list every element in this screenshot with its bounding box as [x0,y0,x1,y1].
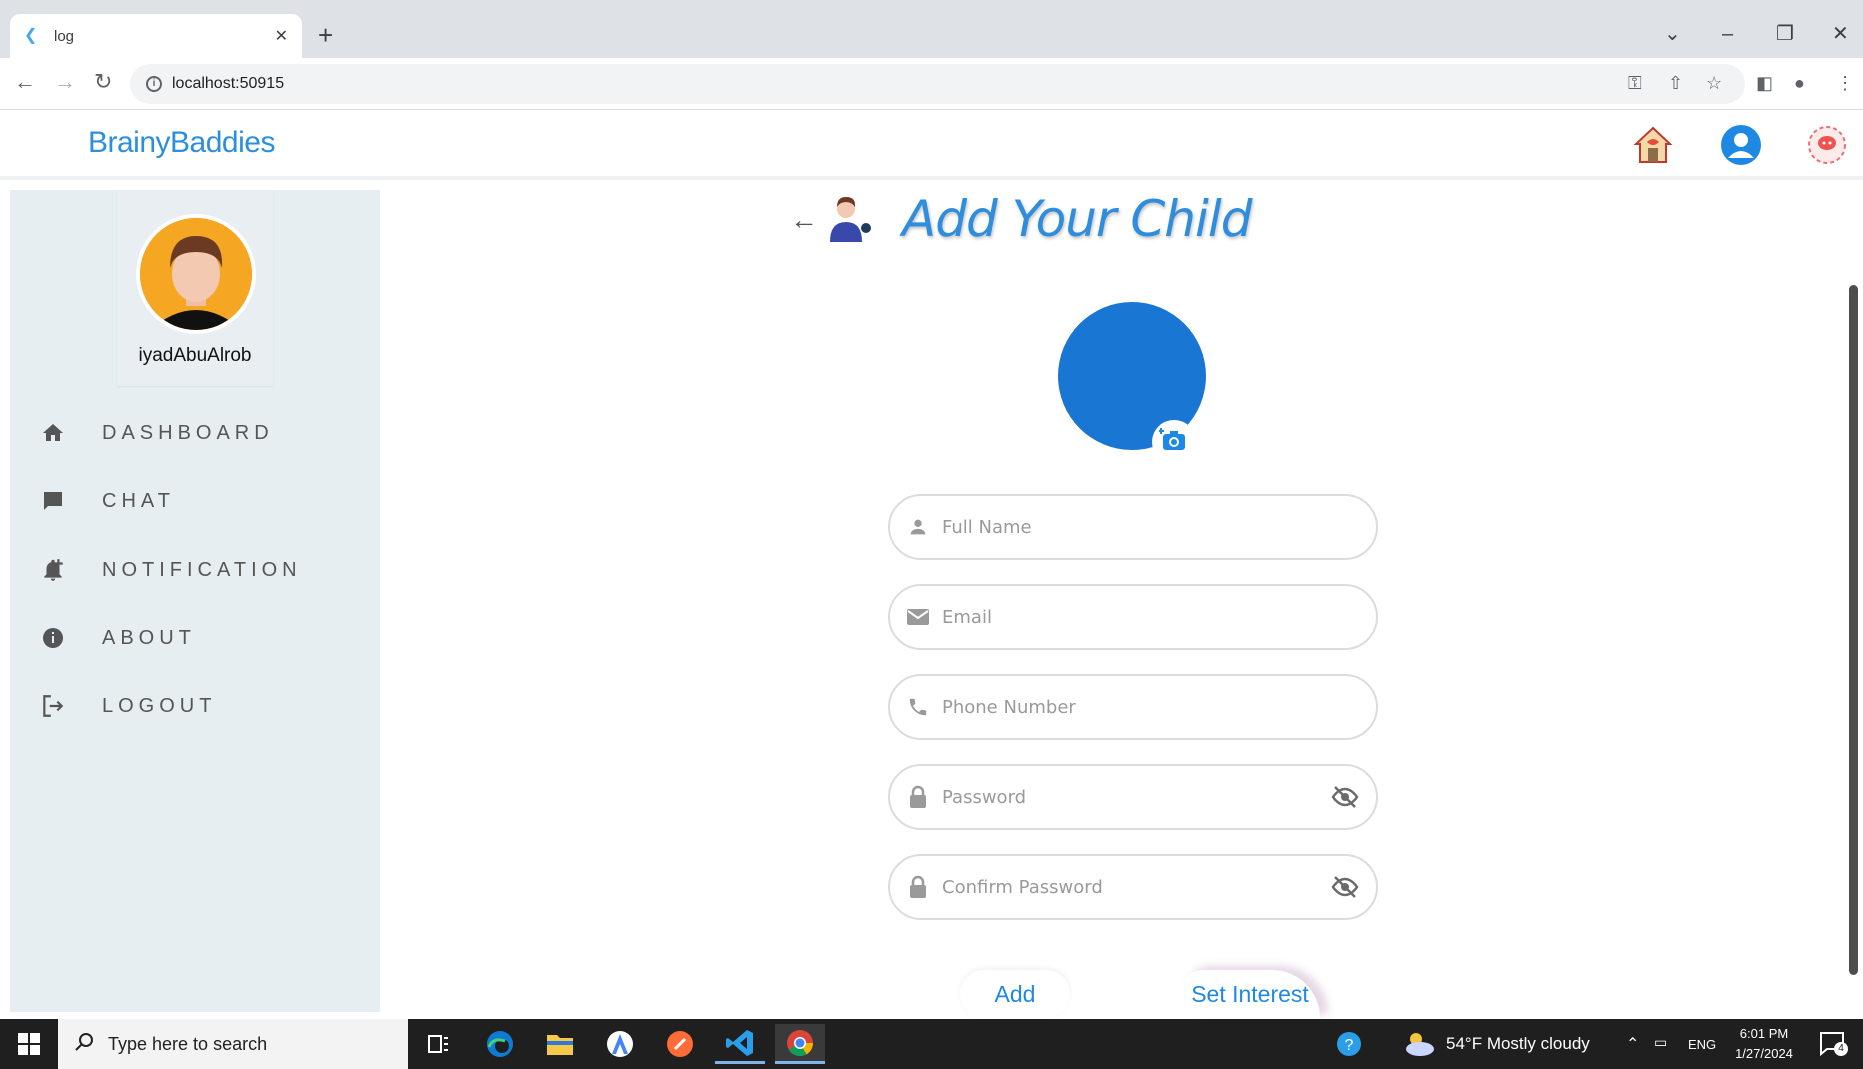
show-hidden-icons-icon[interactable]: ⌃ [1626,1034,1639,1054]
email-input[interactable] [942,606,1376,628]
tab-search-icon[interactable]: ⌄ [1664,22,1681,46]
lock-icon [904,783,932,811]
search-placeholder: Type here to search [108,1033,268,1054]
side-panel-icon[interactable]: ◧ [1756,72,1773,94]
share-icon[interactable]: ⇧ [1668,72,1683,94]
svg-text:?: ? [1345,1037,1354,1054]
chrome-icon[interactable] [775,1024,825,1064]
minimize-button[interactable]: – [1722,22,1733,46]
password-input[interactable] [942,786,1328,808]
person-icon [904,513,932,541]
notification-add-icon [36,553,70,587]
visibility-off-icon[interactable] [1328,780,1362,814]
sidebar-item-notification[interactable]: NOTIFICATION [36,550,356,590]
sidebar-item-label: NOTIFICATION [102,558,302,581]
sidebar-item-logout[interactable]: LOGOUT [36,686,356,726]
new-tab-button[interactable]: + [318,20,333,50]
sidebar-item-dashboard[interactable]: DASHBOARD [36,413,356,453]
battery-icon[interactable]: ▭ [1654,1034,1667,1051]
scrollbar[interactable] [1849,285,1858,975]
chat-bubble-icon[interactable] [1804,122,1850,168]
confirm-password-field[interactable] [888,854,1378,920]
edge-icon[interactable] [475,1024,525,1064]
phone-field[interactable] [888,674,1378,740]
address-bar[interactable]: i localhost:50915 [130,64,1745,104]
windows-start-button[interactable] [0,1019,58,1069]
key-icon[interactable]: ⚿ [1628,72,1642,94]
reload-icon[interactable]: ↻ [94,70,112,94]
visibility-off-icon[interactable] [1328,870,1362,904]
logout-icon [36,689,70,723]
task-view-icon[interactable] [414,1024,464,1064]
user-account-icon[interactable] [1718,122,1764,168]
system-clock[interactable]: 6:01 PM 1/27/2024 [1728,1024,1800,1064]
sidebar-item-about[interactable]: ABOUT [36,618,356,658]
avatar[interactable] [136,214,256,334]
clock-time: 6:01 PM [1739,1026,1789,1041]
flutter-favicon-icon: ❮ [24,27,38,44]
weather-text[interactable]: 54°F Mostly cloudy [1446,1034,1590,1054]
help-icon[interactable]: ? [1324,1024,1374,1064]
close-window-button[interactable]: ✕ [1832,22,1849,46]
browser-tab[interactable]: ❮ log ✕ [10,14,302,58]
postman-icon[interactable] [655,1024,705,1064]
username: iyadAbuAlrob [138,345,252,366]
child-profile-icon [828,196,874,244]
confirm-password-input[interactable] [942,876,1328,898]
restore-button[interactable]: ❐ [1776,22,1794,46]
set-interest-button[interactable]: Set Interest [1180,970,1320,1018]
bookmark-star-icon[interactable]: ☆ [1706,72,1722,94]
sidebar-item-label: LOGOUT [102,694,217,717]
android-studio-icon[interactable] [595,1024,645,1064]
back-arrow-icon[interactable]: ← [790,205,818,235]
back-icon[interactable]: ← [14,70,36,94]
menu-dots-icon[interactable]: ⋮ [1836,72,1854,94]
app-bar [0,112,1863,180]
brand-title: BrainyBaddies [88,126,275,159]
tab-title: log [54,27,75,45]
chat-icon [36,484,70,518]
add-camera-icon [1158,426,1189,459]
notification-count-badge: 4 [1834,1042,1848,1056]
sidebar-item-label: CHAT [102,489,175,512]
tab-close-icon[interactable]: ✕ [275,26,288,46]
mail-icon [904,603,932,631]
home-house-icon[interactable] [1630,122,1676,168]
sidebar-item-label: DASHBOARD [102,421,274,444]
language-indicator[interactable]: ENG [1688,1037,1716,1052]
url-text: localhost:50915 [172,75,285,92]
site-info-icon[interactable]: i [146,76,162,92]
info-icon [36,621,70,655]
page-title: Add Your Child [902,190,1252,248]
password-field[interactable] [888,764,1378,830]
forward-icon[interactable]: → [54,70,76,94]
lock-icon [904,873,932,901]
profile-icon[interactable]: ● [1794,72,1805,94]
weather-cloudy-icon [1394,1024,1444,1064]
file-explorer-icon[interactable] [535,1024,585,1064]
home-icon [36,416,70,450]
search-icon [74,1032,94,1057]
vscode-icon[interactable] [715,1024,765,1064]
notification-center-button[interactable]: 4 [1818,1030,1848,1058]
full-name-input[interactable] [942,516,1376,538]
clock-date: 1/27/2024 [1735,1046,1793,1061]
sidebar-item-label: ABOUT [102,626,196,649]
add-button[interactable]: Add [960,970,1070,1018]
email-field[interactable] [888,584,1378,650]
add-photo-button[interactable] [1152,420,1196,464]
sidebar-item-chat[interactable]: CHAT [36,481,356,521]
taskbar-search-box[interactable]: Type here to search [58,1019,408,1069]
phone-icon [904,693,932,721]
full-name-field[interactable] [888,494,1378,560]
phone-input[interactable] [942,696,1376,718]
